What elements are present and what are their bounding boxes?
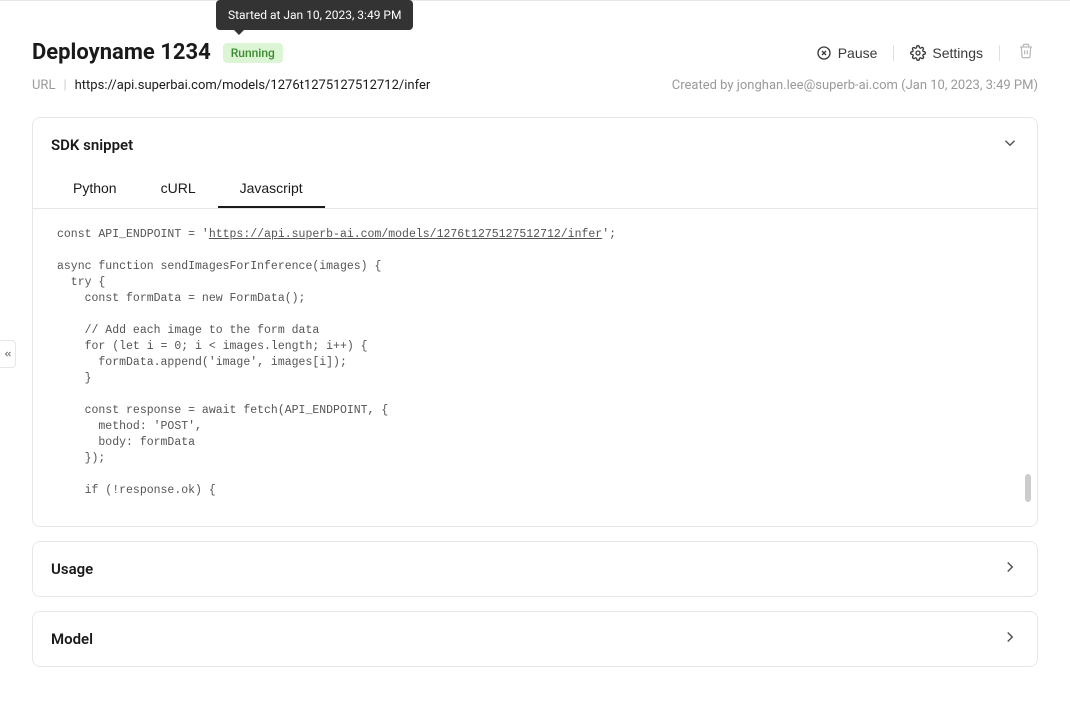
status-tooltip: Started at Jan 10, 2023, 3:49 PM — [216, 0, 413, 30]
url-label: URL — [32, 78, 55, 93]
settings-label: Settings — [932, 45, 983, 61]
page-title: Deployname 1234 — [32, 40, 211, 65]
sdk-panel-header[interactable]: SDK snippet — [33, 118, 1037, 172]
pause-label: Pause — [838, 45, 878, 61]
chevron-double-left-icon — [3, 349, 13, 359]
usage-panel-title: Usage — [51, 560, 93, 578]
sdk-tabs: Python cURL Javascript — [33, 172, 1037, 208]
divider — [893, 45, 894, 61]
delete-button[interactable] — [1014, 39, 1038, 66]
tab-javascript[interactable]: Javascript — [218, 172, 325, 208]
divider — [999, 45, 1000, 61]
code-container: const API_ENDPOINT = 'https://api.superb… — [33, 208, 1037, 526]
code-endpoint-link[interactable]: https://api.superb-ai.com/models/1276t12… — [209, 228, 602, 241]
model-panel-header[interactable]: Model — [33, 612, 1037, 666]
model-panel-title: Model — [51, 630, 93, 648]
model-panel: Model — [32, 611, 1038, 667]
url-value: https://api.superbai.com/models/1276t127… — [75, 78, 431, 93]
tab-curl[interactable]: cURL — [139, 172, 218, 208]
scrollbar-thumb[interactable] — [1025, 474, 1031, 502]
created-by-text: Created by jonghan.lee@superb-ai.com (Ja… — [672, 78, 1038, 93]
chevron-right-icon — [1001, 628, 1019, 650]
settings-button[interactable]: Settings — [908, 41, 985, 65]
usage-panel: Usage — [32, 541, 1038, 597]
sidebar-collapse-handle[interactable] — [0, 340, 16, 368]
chevron-down-icon — [1001, 134, 1019, 156]
chevron-right-icon — [1001, 558, 1019, 580]
url-separator: | — [63, 78, 66, 93]
gear-icon — [910, 45, 926, 61]
code-block: const API_ENDPOINT = 'https://api.superb… — [57, 227, 1013, 499]
tab-python[interactable]: Python — [51, 172, 139, 208]
sdk-panel: SDK snippet Python cURL Javascript const… — [32, 117, 1038, 527]
trash-icon — [1018, 43, 1034, 59]
pause-button[interactable]: Pause — [814, 41, 880, 65]
pause-circle-icon — [816, 45, 832, 61]
status-badge: Running — [223, 43, 283, 63]
sdk-panel-title: SDK snippet — [51, 136, 133, 154]
usage-panel-header[interactable]: Usage — [33, 542, 1037, 596]
